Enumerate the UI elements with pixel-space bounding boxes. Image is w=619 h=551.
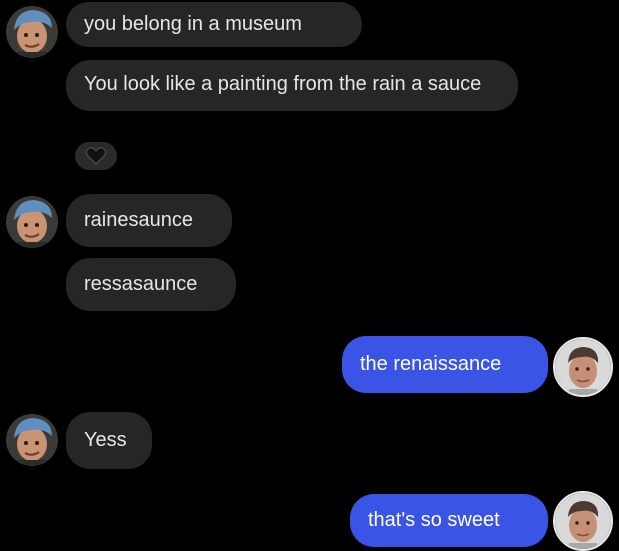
contact-avatar[interactable]	[6, 196, 58, 248]
outgoing-message[interactable]: the renaissance	[342, 336, 548, 393]
message-text: You look like a painting from the rain a…	[84, 73, 482, 95]
incoming-message[interactable]: ressasaunce	[66, 258, 236, 311]
avatar-man-short-hair-icon	[555, 339, 611, 395]
message-text: ressasaunce	[84, 273, 198, 295]
chat-thread: you belong in a museum You look like a p…	[0, 0, 619, 551]
message-text: the renaissance	[360, 353, 502, 375]
contact-avatar[interactable]	[6, 6, 58, 58]
message-reaction[interactable]	[73, 140, 119, 172]
black-heart-icon	[86, 147, 106, 165]
avatar-man-blue-beanie-icon	[6, 196, 58, 248]
message-text: you belong in a museum	[84, 13, 302, 35]
message-text: Yess	[84, 429, 127, 451]
contact-avatar[interactable]	[6, 414, 58, 466]
outgoing-message[interactable]: that's so sweet	[350, 494, 548, 547]
incoming-message[interactable]: you belong in a museum	[66, 2, 362, 47]
user-avatar[interactable]	[553, 491, 613, 551]
incoming-message[interactable]: rainesaunce	[66, 194, 232, 247]
message-text: that's so sweet	[368, 509, 500, 531]
incoming-message[interactable]: Yess	[66, 412, 152, 469]
incoming-message[interactable]: You look like a painting from the rain a…	[66, 60, 518, 111]
avatar-man-blue-beanie-icon	[6, 6, 58, 58]
avatar-man-blue-beanie-icon	[6, 414, 58, 466]
avatar-man-short-hair-icon	[555, 493, 611, 549]
message-text: rainesaunce	[84, 209, 193, 231]
user-avatar[interactable]	[553, 337, 613, 397]
